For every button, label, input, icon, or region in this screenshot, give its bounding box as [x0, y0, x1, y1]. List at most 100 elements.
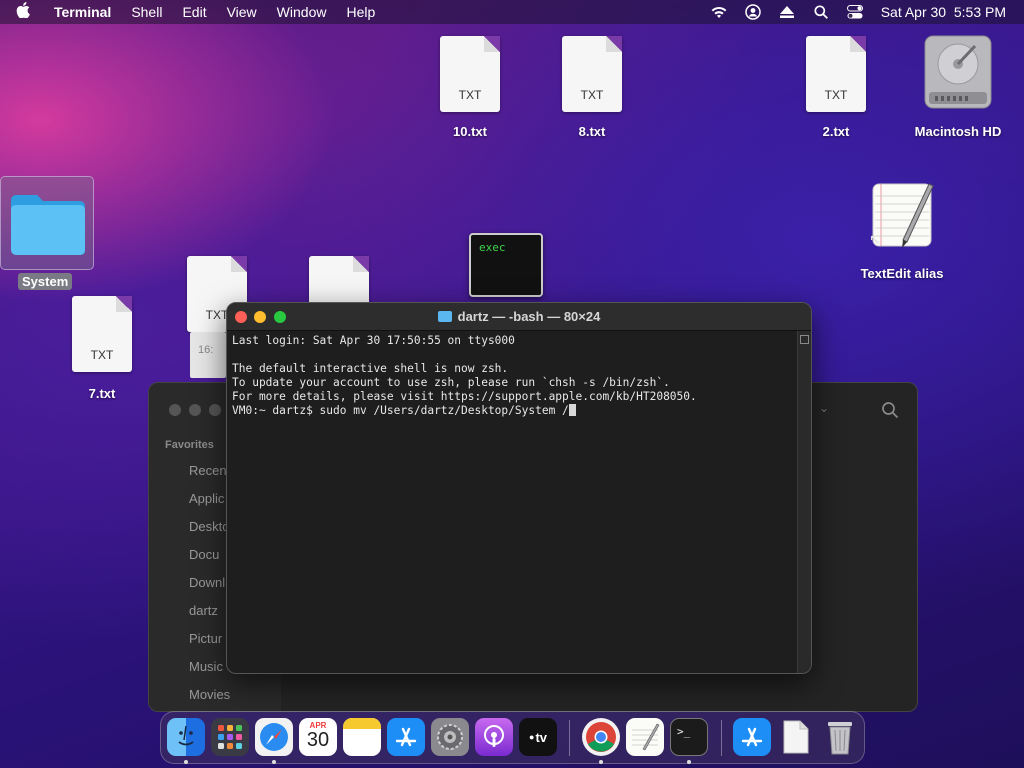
- alias-arrow-icon: ↖: [869, 231, 881, 247]
- calendar-day: 30: [306, 729, 330, 751]
- finder-close-button[interactable]: [169, 404, 181, 416]
- running-indicator: [272, 760, 276, 764]
- zoom-button[interactable]: [274, 311, 286, 323]
- dock-chrome-icon[interactable]: [582, 718, 620, 756]
- menu-help[interactable]: Help: [346, 4, 375, 20]
- dock-launchpad-icon[interactable]: [211, 718, 249, 756]
- overlap-time-text: 16:: [198, 344, 214, 356]
- dock: APR 30 ● tv >_: [160, 711, 865, 764]
- menubar-clock[interactable]: Sat Apr 30 5:53 PM: [881, 4, 1006, 20]
- desktop-exec-file[interactable]: exec: [469, 233, 543, 297]
- menu-shell[interactable]: Shell: [131, 4, 162, 20]
- apple-logo-icon: ●: [529, 732, 535, 742]
- dock-notes-icon[interactable]: [343, 718, 381, 756]
- menu-window[interactable]: Window: [277, 4, 327, 20]
- terminal-window[interactable]: dartz — -bash — 80×24 Last login: Sat Ap…: [226, 302, 812, 674]
- control-center-icon[interactable]: [846, 4, 863, 20]
- terminal-prompt-glyph: >_: [677, 725, 691, 738]
- wifi-icon[interactable]: [711, 4, 727, 20]
- dock-separator: [569, 720, 570, 756]
- dock-calendar-icon[interactable]: APR 30: [299, 718, 337, 756]
- txt-file-icon: TXT: [562, 36, 622, 112]
- sidebar-item-applications[interactable]: Applic: [189, 491, 224, 506]
- search-icon[interactable]: [813, 4, 829, 20]
- running-indicator: [687, 760, 691, 764]
- desktop-file-8-txt[interactable]: TXT 8.txt: [552, 36, 632, 139]
- disk-label: Macintosh HD: [914, 124, 1002, 139]
- sidebar-item-pictures[interactable]: Pictur: [189, 631, 222, 646]
- terminal-output[interactable]: Last login: Sat Apr 30 17:50:55 on ttys0…: [227, 331, 811, 418]
- terminal-prompt-line[interactable]: VM0:~ dartz$ sudo mv /Users/dartz/Deskto…: [232, 404, 811, 418]
- folder-icon: [437, 311, 452, 322]
- dock-finder-icon[interactable]: [167, 718, 205, 756]
- dock-app-store-folder-icon[interactable]: [733, 718, 771, 756]
- notes-header: [343, 718, 381, 729]
- txt-file-icon: TXT: [806, 36, 866, 112]
- folder-icon: [9, 191, 87, 262]
- sidebar-item-movies[interactable]: Movies: [189, 687, 230, 702]
- dock-app-store-icon[interactable]: [387, 718, 425, 756]
- desktop-macintosh-hd[interactable]: Macintosh HD: [906, 34, 1010, 139]
- textedit-alias-label: TextEdit alias: [860, 266, 944, 281]
- menu-bar: Terminal Shell Edit View Window Help Sat…: [0, 0, 1024, 24]
- menu-edit[interactable]: Edit: [182, 4, 206, 20]
- terminal-command: VM0:~ dartz$ sudo mv /Users/dartz/Deskto…: [232, 404, 569, 417]
- eject-icon[interactable]: [779, 4, 795, 20]
- terminal-line: The default interactive shell is now zsh…: [232, 362, 509, 375]
- hard-drive-icon: [923, 34, 993, 110]
- chevron-down-icon[interactable]: ⌄: [819, 401, 829, 415]
- tv-label: tv: [535, 729, 547, 745]
- dock-separator: [721, 720, 722, 756]
- running-indicator: [599, 760, 603, 764]
- minimize-button[interactable]: [254, 311, 266, 323]
- terminal-line: To update your account to use zsh, pleas…: [232, 376, 670, 389]
- text-cursor: [568, 404, 576, 416]
- file-label: 10.txt: [453, 124, 487, 139]
- apple-menu-icon[interactable]: [16, 1, 38, 23]
- menu-view[interactable]: View: [227, 4, 257, 20]
- sidebar-favorites-heading: Favorites: [165, 439, 214, 451]
- dock-textedit-icon[interactable]: [626, 718, 664, 756]
- sidebar-item-dartz[interactable]: dartz: [189, 603, 218, 618]
- finder-zoom-button[interactable]: [209, 404, 221, 416]
- dock-system-preferences-icon[interactable]: [431, 718, 469, 756]
- desktop-file-7-txt[interactable]: TXT 7.txt: [62, 296, 142, 401]
- scroll-split-icon[interactable]: [800, 335, 809, 344]
- dock-safari-icon[interactable]: [255, 718, 293, 756]
- finder-minimize-button[interactable]: [189, 404, 201, 416]
- textedit-icon: ↖: [867, 178, 937, 252]
- dock-podcasts-icon[interactable]: [475, 718, 513, 756]
- file-thumbnail-overlap: 16:: [190, 332, 226, 378]
- desktop-folder-system[interactable]: [0, 176, 94, 270]
- sidebar-item-desktop[interactable]: Deskto: [189, 519, 229, 534]
- desktop-file-2-txt[interactable]: TXT 2.txt: [796, 36, 876, 139]
- sidebar-item-documents[interactable]: Docu: [189, 547, 219, 562]
- terminal-title: dartz — -bash — 80×24: [457, 309, 601, 324]
- dock-terminal-icon[interactable]: >_: [670, 718, 708, 756]
- menu-app-terminal[interactable]: Terminal: [54, 4, 111, 20]
- folder-label: System: [18, 273, 73, 290]
- running-indicator: [184, 760, 188, 764]
- dock-trash-icon[interactable]: [821, 718, 859, 756]
- sidebar-item-downloads[interactable]: Downl: [189, 575, 225, 590]
- terminal-scrollbar[interactable]: [797, 331, 811, 673]
- dock-tv-icon[interactable]: ● tv: [519, 718, 557, 756]
- terminal-titlebar[interactable]: dartz — -bash — 80×24: [227, 303, 811, 331]
- exec-label: exec: [479, 241, 506, 254]
- close-button[interactable]: [235, 311, 247, 323]
- terminal-line: Last login: Sat Apr 30 17:50:55 on ttys0…: [232, 334, 515, 347]
- txt-file-icon: TXT: [72, 296, 132, 372]
- sidebar-item-music[interactable]: Music: [189, 659, 223, 674]
- desktop-file-10-txt[interactable]: TXT 10.txt: [430, 36, 510, 139]
- search-icon[interactable]: [881, 401, 899, 424]
- terminal-line: For more details, please visit https://s…: [232, 390, 697, 403]
- dock-document-icon[interactable]: [777, 718, 815, 756]
- file-label: 7.txt: [88, 386, 116, 401]
- sidebar-item-recents[interactable]: Recen: [189, 463, 227, 478]
- user-icon[interactable]: [744, 4, 761, 20]
- file-label: 2.txt: [822, 124, 850, 139]
- desktop-textedit-alias[interactable]: ↖ TextEdit alias: [852, 178, 952, 281]
- file-label: 8.txt: [578, 124, 606, 139]
- txt-file-icon: TXT: [440, 36, 500, 112]
